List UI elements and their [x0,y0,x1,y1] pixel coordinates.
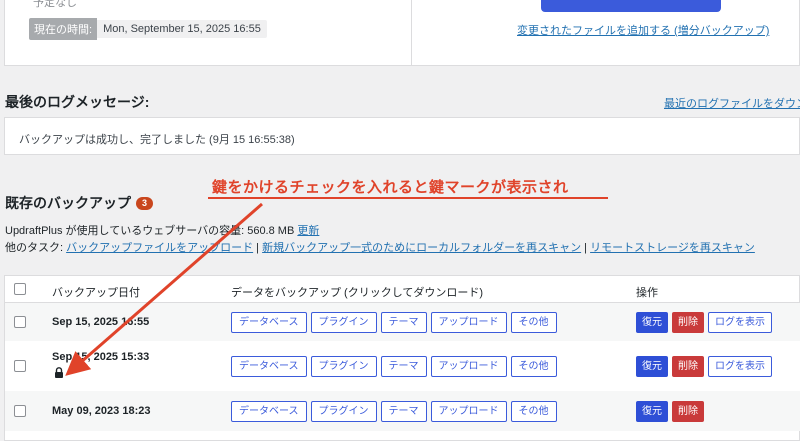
download-uploads-button[interactable]: アップロード [430,401,507,422]
task-separator: | [253,242,263,254]
download-plugins-button[interactable]: プラグイン [310,312,377,333]
table-header-row: バックアップ日付 データをバックアップ (クリックしてダウンロード) 操作 [5,276,800,303]
rescan-local-folder-link[interactable]: 新規バックアップ一式のためにローカルフォルダーを再スキャン [262,242,581,254]
disk-usage-value: 560.8 MB [247,225,295,237]
incremental-backup-link[interactable]: 変更されたファイルを追加する (増分バックアップ) [517,22,769,38]
upload-backup-files-link[interactable]: バックアップファイルをアップロード [66,242,253,254]
delete-button[interactable]: 削除 [672,356,704,377]
row-actions: 復元 削除 [636,401,704,422]
header-actions: 操作 [636,287,658,299]
annotation-caption: 鍵をかけるチェックを入れると鍵マークが表示され [212,178,569,196]
download-plugins-button[interactable]: プラグイン [310,401,377,422]
view-log-button[interactable]: ログを表示 [708,356,772,377]
backup-count-badge: 3 [136,196,153,210]
last-log-message: バックアップは成功し、完了しました (9月 15 16:55:38) [19,134,295,146]
download-others-button[interactable]: その他 [510,312,557,333]
backup-now-button[interactable] [541,0,721,12]
last-log-title: 最後のログメッセージ: [5,94,150,110]
table-row: Sep 15, 2025 15:33 データベース プラグイン テーマ アップロ… [5,341,800,391]
last-log-box: バックアップは成功し、完了しました (9月 15 16:55:38) [4,117,800,155]
disk-usage-line: UpdraftPlus が使用しているウェブサーバの容量: 560.8 MB 更… [5,222,319,238]
lock-icon [55,367,63,378]
download-others-button[interactable]: その他 [510,401,557,422]
disk-usage-label: UpdraftPlus が使用しているウェブサーバの容量: [5,225,248,237]
download-themes-button[interactable]: テーマ [380,312,427,333]
row-actions: 復元 削除 ログを表示 [636,312,772,333]
row-actions: 復元 削除 ログを表示 [636,356,772,377]
next-schedule-text: 予定なし [33,0,77,9]
delete-button[interactable]: 削除 [672,312,704,333]
download-uploads-button[interactable]: アップロード [430,356,507,377]
restore-button[interactable]: 復元 [636,312,668,333]
restore-button[interactable]: 復元 [636,356,668,377]
download-database-button[interactable]: データベース [231,401,307,422]
download-others-button[interactable]: その他 [510,356,557,377]
backups-table: バックアップ日付 データをバックアップ (クリックしてダウンロード) 操作 Se… [4,275,800,441]
select-all-checkbox[interactable] [14,283,26,295]
current-time-value: Mon, September 15, 2025 16:55 [97,20,267,38]
download-themes-button[interactable]: テーマ [380,401,427,422]
backup-date: Sep 15, 2025 15:33 [52,351,150,363]
view-log-button[interactable]: ログを表示 [708,312,772,333]
current-time-label: 現在の時間: [29,18,98,40]
rescan-remote-storage-link[interactable]: リモートストレージを再スキャン [590,242,755,254]
status-panel: 予定なし 現在の時間: Mon, September 15, 2025 16:5… [4,0,800,66]
row-checkbox[interactable] [14,405,26,417]
download-buttons: データベース プラグイン テーマ アップロード その他 [231,312,557,333]
other-tasks-label: 他のタスク: [5,242,67,254]
download-uploads-button[interactable]: アップロード [430,312,507,333]
download-recent-log-link[interactable]: 最近のログファイルをダウンロード [664,95,800,111]
row-checkbox[interactable] [14,360,26,372]
restore-button[interactable]: 復元 [636,401,668,422]
annotation-underline [208,197,608,199]
download-plugins-button[interactable]: プラグイン [310,356,377,377]
table-row: Sep 15, 2025 16:55 データベース プラグイン テーマ アップロ… [5,303,800,341]
header-backup-date: バックアップ日付 [52,287,140,299]
other-tasks-line: 他のタスク: バックアップファイルをアップロード | 新規バックアップ一式のため… [5,239,755,255]
table-row: May 09, 2023 18:23 データベース プラグイン テーマ アップロ… [5,391,800,431]
download-buttons: データベース プラグイン テーマ アップロード その他 [231,356,557,377]
existing-backups-label: 既存のバックアップ [5,195,131,211]
header-backup-data: データをバックアップ (クリックしてダウンロード) [231,287,484,299]
backup-date: May 09, 2023 18:23 [52,405,151,417]
backup-date: Sep 15, 2025 16:55 [52,316,150,328]
refresh-usage-link[interactable]: 更新 [297,225,319,237]
row-checkbox[interactable] [14,316,26,328]
download-themes-button[interactable]: テーマ [380,356,427,377]
download-database-button[interactable]: データベース [231,356,307,377]
existing-backups-title: 既存のバックアップ 3 [5,193,153,213]
panel-divider [411,0,412,66]
download-database-button[interactable]: データベース [231,312,307,333]
current-time-row: 現在の時間: Mon, September 15, 2025 16:55 [29,18,267,40]
task-separator: | [581,242,591,254]
delete-button[interactable]: 削除 [672,401,704,422]
download-buttons: データベース プラグイン テーマ アップロード その他 [231,401,557,422]
